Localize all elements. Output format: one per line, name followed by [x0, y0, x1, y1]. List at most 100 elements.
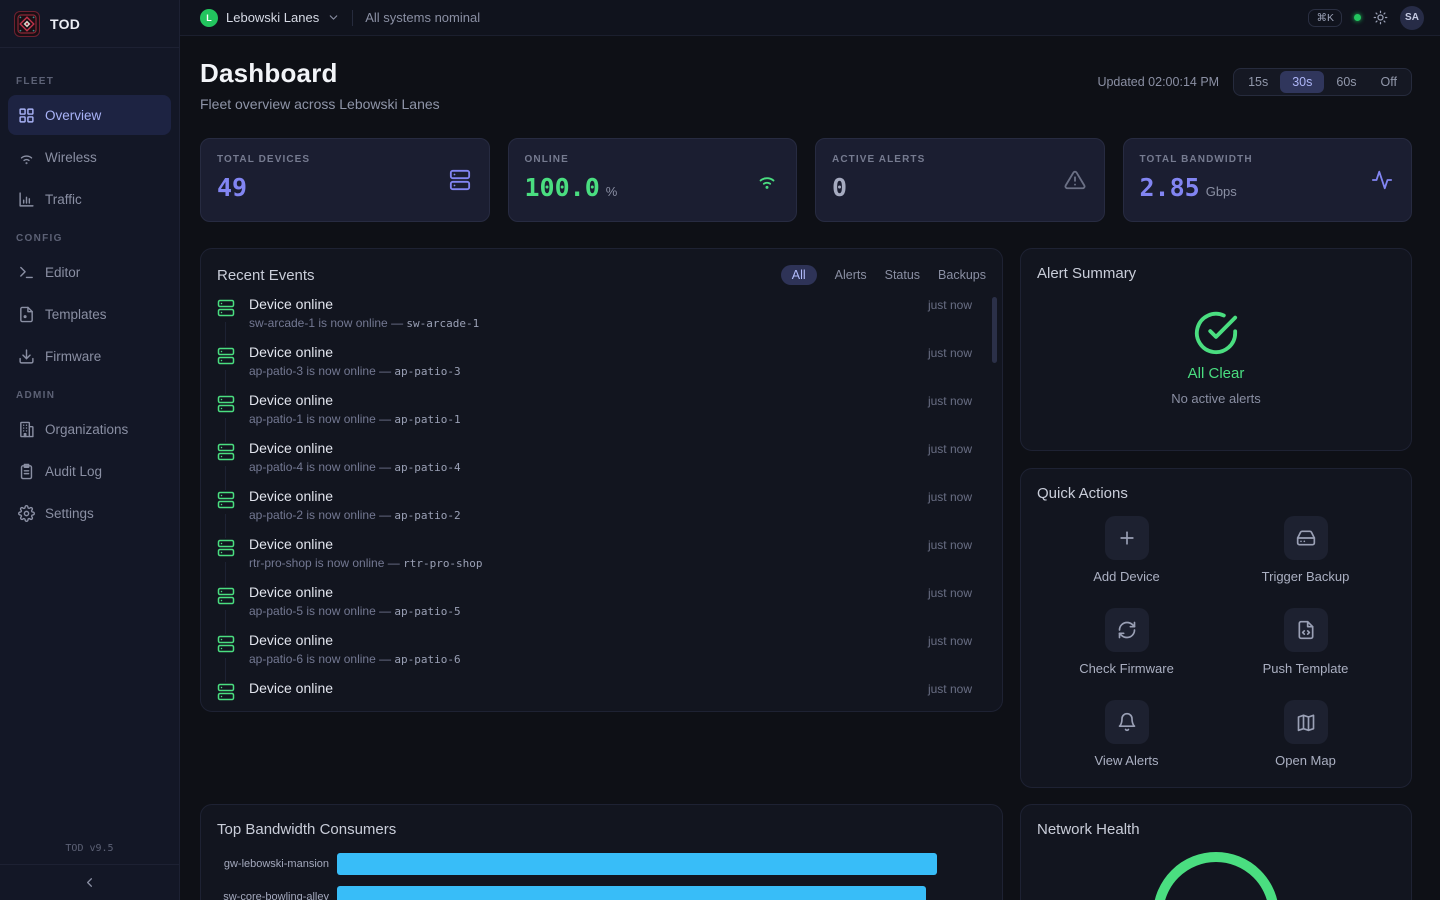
sidebar-item-label: Templates [45, 307, 107, 322]
bandwidth-device-label: gw-lebowski-mansion [217, 858, 329, 870]
sidebar-item-templates[interactable]: Templates [8, 294, 171, 334]
sidebar-item-organizations[interactable]: Organizations [8, 409, 171, 449]
event-device-tag: ap-patio-6 [394, 653, 460, 666]
quick-action-add-device[interactable]: Add Device [1037, 516, 1216, 584]
quick-action-open-map[interactable]: Open Map [1216, 700, 1395, 768]
quick-action-push-template[interactable]: Push Template [1216, 608, 1395, 676]
event-message: ap-patio-6 is now online — ap-patio-6 [249, 652, 986, 666]
sun-icon [1373, 10, 1388, 25]
sidebar-item-editor[interactable]: Editor [8, 252, 171, 292]
event-title: Device online [249, 343, 986, 360]
event-message: ap-patio-4 is now online — ap-patio-4 [249, 460, 986, 474]
quick-action-trigger-backup[interactable]: Trigger Backup [1216, 516, 1395, 584]
interval-off-button[interactable]: Off [1369, 71, 1409, 93]
bandwidth-chart-title: Top Bandwidth Consumers [217, 821, 986, 838]
events-list: Device online sw-arcade-1 is now online … [217, 295, 986, 712]
refresh-interval-control: 15s 30s 60s Off [1233, 68, 1412, 96]
recent-events-title: Recent Events [217, 267, 315, 284]
user-avatar[interactable]: SA [1400, 6, 1424, 30]
map-icon [1284, 700, 1328, 744]
sidebar-item-audit-log[interactable]: Audit Log [8, 451, 171, 491]
alert-detail-text: No active alerts [1171, 391, 1261, 406]
sidebar-item-label: Editor [45, 265, 80, 280]
interval-15s-button[interactable]: 15s [1236, 71, 1280, 93]
plus-icon [1105, 516, 1149, 560]
bandwidth-bar-row: sw-core-bowling-alley [217, 886, 986, 900]
command-palette-shortcut[interactable]: ⌘K [1308, 9, 1342, 27]
updated-timestamp: Updated 02:00:14 PM [1097, 75, 1219, 89]
event-title: Device online [249, 631, 986, 648]
event-timestamp: just now [928, 298, 972, 312]
server-icon [217, 587, 235, 605]
bar-chart-icon [18, 191, 35, 208]
file-code-icon [1284, 608, 1328, 652]
bandwidth-bar-fill [337, 853, 937, 875]
sidebar-item-firmware[interactable]: Firmware [8, 336, 171, 376]
tab-all[interactable]: All [781, 265, 817, 285]
event-title: Device online [249, 535, 986, 552]
nav-section-fleet: FLEET [16, 76, 163, 87]
interval-60s-button[interactable]: 60s [1324, 71, 1368, 93]
sidebar-item-overview[interactable]: Overview [8, 95, 171, 135]
event-timestamp: just now [928, 346, 972, 360]
server-icon [217, 635, 235, 653]
sidebar-item-traffic[interactable]: Traffic [8, 179, 171, 219]
bandwidth-bar-row: gw-lebowski-mansion [217, 853, 986, 875]
page-subtitle: Fleet overview across Lebowski Lanes [200, 96, 440, 112]
event-device-tag: sw-arcade-1 [406, 317, 479, 330]
event-message: sw-arcade-1 is now online — sw-arcade-1 [249, 316, 986, 330]
theme-toggle-button[interactable] [1373, 10, 1388, 25]
tab-status[interactable]: Status [885, 268, 920, 282]
sidebar-item-label: Settings [45, 506, 94, 521]
stat-unit: Gbps [1206, 184, 1237, 199]
sidebar-item-wireless[interactable]: Wireless [8, 137, 171, 177]
org-switcher[interactable]: L Lebowski Lanes [200, 9, 340, 27]
sidebar-item-label: Traffic [45, 192, 82, 207]
sidebar-item-settings[interactable]: Settings [8, 493, 171, 533]
server-icon [217, 395, 235, 413]
event-message: ap-patio-5 is now online — ap-patio-5 [249, 604, 986, 618]
stat-card-active-alerts: ACTIVE ALERTS 0 [815, 138, 1105, 222]
sidebar-footer: TOD v9.5 [0, 843, 179, 900]
events-scrollbar-thumb[interactable] [992, 297, 997, 363]
wifi-icon [18, 149, 35, 166]
event-row: Device online ap-patio-1 is now online —… [217, 391, 986, 439]
server-icon [217, 683, 235, 701]
sidebar-item-label: Audit Log [45, 464, 102, 479]
chevron-left-icon [82, 875, 97, 890]
refresh-icon [1105, 608, 1149, 652]
tab-alerts[interactable]: Alerts [835, 268, 867, 282]
sidebar: TOD FLEET Overview Wireless Traffic CONF… [0, 0, 180, 900]
stat-cards: TOTAL DEVICES 49 ONLINE 100.0 % [200, 138, 1412, 222]
bandwidth-consumers-panel: Top Bandwidth Consumers gw-lebowski-mans… [200, 804, 1003, 900]
interval-30s-button[interactable]: 30s [1280, 71, 1324, 93]
quick-action-check-firmware[interactable]: Check Firmware [1037, 608, 1216, 676]
sidebar-item-label: Wireless [45, 150, 97, 165]
event-row: Device online ap-patio-5 is now online —… [217, 583, 986, 631]
network-health-gauge: 100 [1151, 850, 1281, 900]
stat-value: 49 [217, 173, 247, 202]
event-device-tag: ap-patio-5 [394, 605, 460, 618]
org-avatar: L [200, 9, 218, 27]
sidebar-nav: FLEET Overview Wireless Traffic CONFIG E… [0, 48, 179, 535]
bandwidth-device-label: sw-core-bowling-alley [217, 891, 329, 900]
server-icon [217, 299, 235, 317]
sidebar-collapse-button[interactable] [0, 864, 179, 900]
stat-value: 100.0 [525, 173, 600, 202]
server-icon [217, 491, 235, 509]
alert-status-text: All Clear [1188, 365, 1245, 382]
terminal-icon [18, 264, 35, 281]
event-message: ap-patio-1 is now online — ap-patio-1 [249, 412, 986, 426]
alert-summary-title: Alert Summary [1037, 265, 1395, 282]
quick-action-view-alerts[interactable]: View Alerts [1037, 700, 1216, 768]
event-timestamp: just now [928, 682, 972, 696]
page-title: Dashboard [200, 58, 440, 89]
hard-drive-icon [1284, 516, 1328, 560]
wifi-icon [756, 169, 778, 191]
tab-backups[interactable]: Backups [938, 268, 986, 282]
event-device-tag: ap-patio-1 [394, 413, 460, 426]
event-timestamp: just now [928, 394, 972, 408]
clipboard-icon [18, 463, 35, 480]
network-health-score: 100 [1151, 850, 1281, 900]
event-row: Device online ap-patio-4 is now online —… [217, 439, 986, 487]
